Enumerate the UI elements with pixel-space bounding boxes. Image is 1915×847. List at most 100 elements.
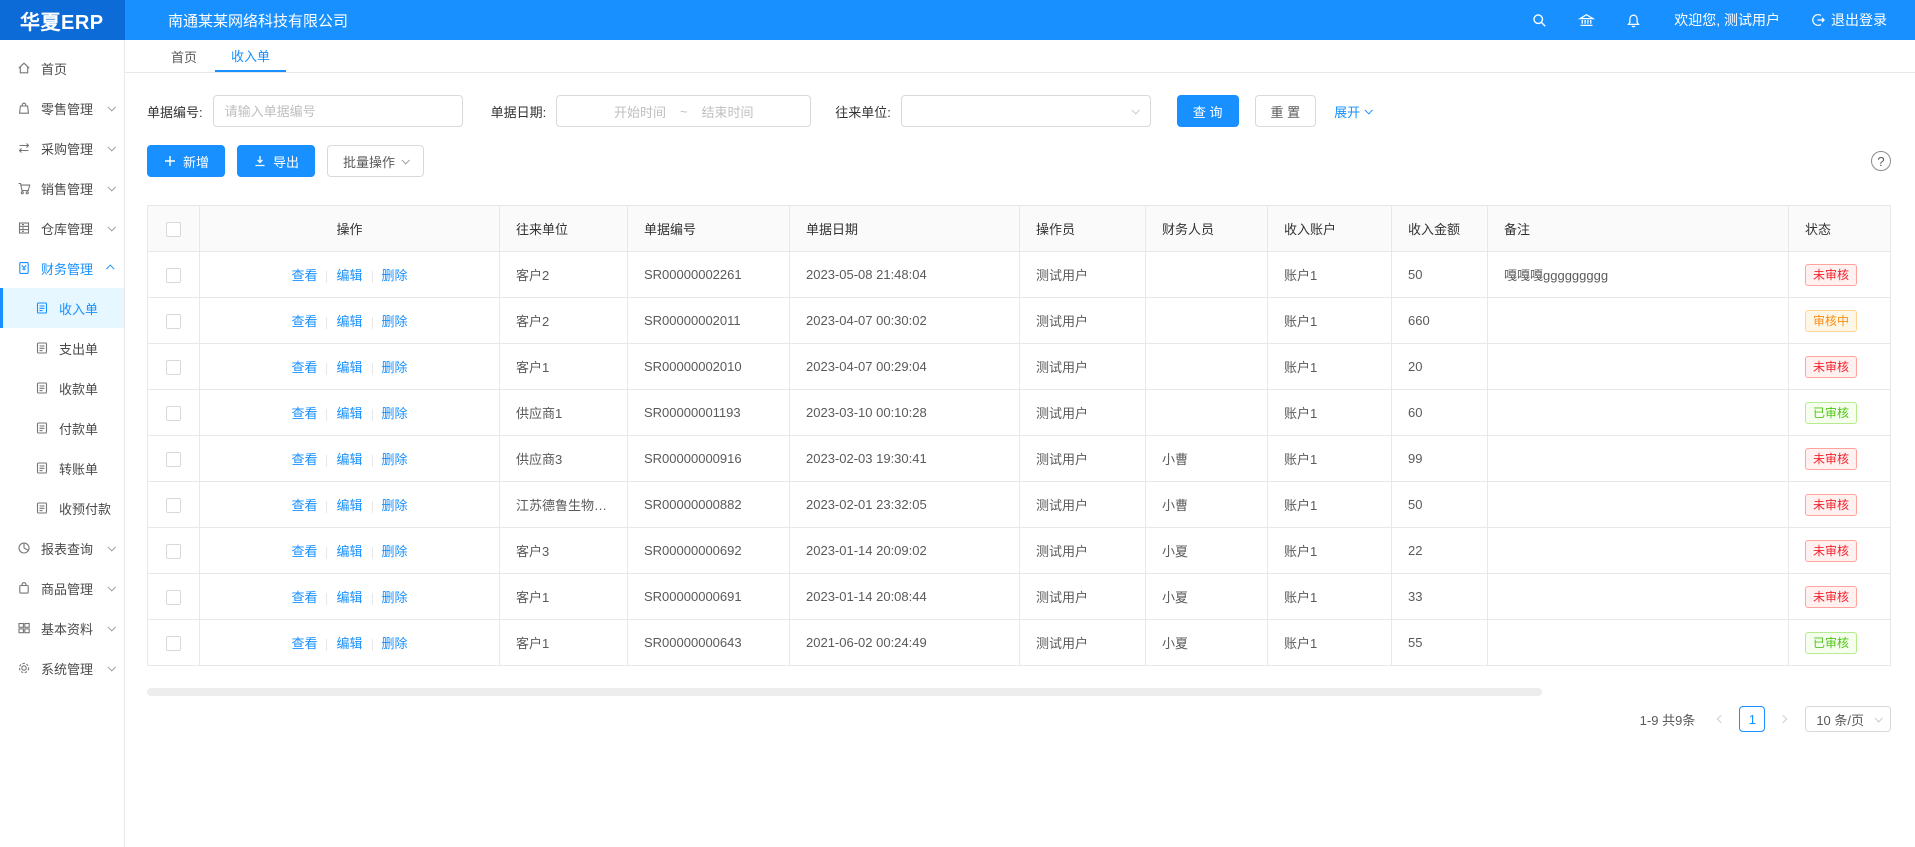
- view-link[interactable]: 查看: [291, 636, 317, 651]
- row-checkbox[interactable]: [166, 360, 181, 375]
- bell-icon[interactable]: [1625, 12, 1642, 29]
- delete-link[interactable]: 删除: [382, 452, 408, 467]
- sidebar-item-purchase[interactable]: 采购管理: [0, 128, 124, 168]
- tab-bar: 首页 收入单: [125, 40, 1915, 73]
- view-link[interactable]: 查看: [291, 452, 317, 467]
- next-page-button[interactable]: [1771, 707, 1795, 731]
- sidebar-item-receipt-bill[interactable]: 收款单: [0, 368, 124, 408]
- row-checkbox-cell: [148, 390, 200, 436]
- chevron-down-icon: [1365, 106, 1373, 114]
- delete-link[interactable]: 删除: [382, 636, 408, 651]
- sidebar-item-transfer-bill[interactable]: 转账单: [0, 448, 124, 488]
- row-checkbox[interactable]: [166, 314, 181, 329]
- expand-link[interactable]: 展开: [1334, 102, 1371, 121]
- cell-status: 未审核: [1789, 436, 1891, 482]
- date-range-picker[interactable]: 开始时间 ~ 结束时间: [556, 95, 811, 127]
- delete-link[interactable]: 删除: [382, 590, 408, 605]
- finance-submenu: 收入单 支出单 收款单 付款单 转账单 收预付款: [0, 288, 124, 528]
- cell-income-amount: 50: [1392, 252, 1488, 298]
- cell-finance-staff: [1146, 390, 1268, 436]
- row-checkbox[interactable]: [166, 452, 181, 467]
- view-link[interactable]: 查看: [291, 406, 317, 421]
- edit-link[interactable]: 编辑: [336, 498, 362, 513]
- help-icon[interactable]: ?: [1871, 151, 1891, 171]
- edit-link[interactable]: 编辑: [336, 590, 362, 605]
- export-button[interactable]: 导出: [237, 145, 315, 177]
- search-button[interactable]: 查 询: [1177, 95, 1239, 127]
- cell-bill-date: 2023-01-14 20:09:02: [790, 528, 1020, 574]
- sidebar-item-system[interactable]: 系统管理: [0, 648, 124, 688]
- row-checkbox[interactable]: [166, 406, 181, 421]
- row-checkbox-cell: [148, 482, 200, 528]
- edit-link[interactable]: 编辑: [336, 544, 362, 559]
- bill-no-input[interactable]: [213, 95, 463, 127]
- edit-link[interactable]: 编辑: [336, 636, 362, 651]
- grid-icon: [16, 620, 32, 636]
- row-checkbox[interactable]: [166, 498, 181, 513]
- tab-home[interactable]: 首页: [155, 40, 213, 72]
- sidebar-item-payment-bill[interactable]: 付款单: [0, 408, 124, 448]
- row-checkbox-cell: [148, 252, 200, 298]
- sidebar-item-retail[interactable]: 零售管理: [0, 88, 124, 128]
- sidebar-item-expense-bill[interactable]: 支出单: [0, 328, 124, 368]
- edit-link[interactable]: 编辑: [336, 360, 362, 375]
- select-all-checkbox[interactable]: [166, 222, 181, 237]
- page-number[interactable]: 1: [1739, 706, 1765, 732]
- scrollbar-thumb[interactable]: [147, 688, 1542, 696]
- view-link[interactable]: 查看: [291, 590, 317, 605]
- row-checkbox[interactable]: [166, 268, 181, 283]
- sidebar-item-sales[interactable]: 销售管理: [0, 168, 124, 208]
- sidebar-item-finance[interactable]: 财务管理: [0, 248, 124, 288]
- prev-page-button[interactable]: [1709, 707, 1733, 731]
- delete-link[interactable]: 删除: [382, 360, 408, 375]
- cell-bill-date: 2021-06-02 00:24:49: [790, 620, 1020, 666]
- divider: [372, 593, 373, 605]
- sidebar-item-warehouse[interactable]: 仓库管理: [0, 208, 124, 248]
- view-link[interactable]: 查看: [291, 544, 317, 559]
- goods-bag-icon: [16, 580, 32, 596]
- edit-link[interactable]: 编辑: [336, 406, 362, 421]
- sidebar-item-goods[interactable]: 商品管理: [0, 568, 124, 608]
- logout-button[interactable]: 退出登录: [1810, 10, 1887, 30]
- sidebar-item-reports[interactable]: 报表查询: [0, 528, 124, 568]
- delete-link[interactable]: 删除: [382, 544, 408, 559]
- table-row: 查看编辑删除 供应商1 SR00000001193 2023-03-10 00:…: [148, 390, 1891, 436]
- row-checkbox[interactable]: [166, 590, 181, 605]
- edit-link[interactable]: 编辑: [336, 268, 362, 283]
- add-button[interactable]: 新增: [147, 145, 225, 177]
- reset-button[interactable]: 重 置: [1255, 95, 1317, 127]
- bank-icon[interactable]: [1578, 12, 1595, 29]
- row-checkbox[interactable]: [166, 636, 181, 651]
- chevron-right-icon: [1779, 715, 1787, 723]
- welcome-user[interactable]: 欢迎您, 测试用户: [1674, 10, 1780, 30]
- view-link[interactable]: 查看: [291, 268, 317, 283]
- page-size-select[interactable]: 10 条/页: [1805, 706, 1891, 732]
- cell-partner: 客户1: [500, 620, 628, 666]
- partner-select[interactable]: [901, 95, 1151, 127]
- document-icon: [34, 340, 50, 356]
- status-badge: 已审核: [1805, 632, 1857, 654]
- cell-remark: [1488, 298, 1789, 344]
- sidebar-item-income-bill[interactable]: 收入单: [0, 288, 124, 328]
- batch-actions-button[interactable]: 批量操作: [327, 145, 424, 177]
- logout-icon: [1810, 12, 1826, 28]
- delete-link[interactable]: 删除: [382, 314, 408, 329]
- edit-link[interactable]: 编辑: [336, 452, 362, 467]
- row-checkbox-cell: [148, 436, 200, 482]
- view-link[interactable]: 查看: [291, 360, 317, 375]
- tab-income-bill[interactable]: 收入单: [215, 40, 286, 72]
- delete-link[interactable]: 删除: [382, 268, 408, 283]
- sidebar-item-home[interactable]: 首页: [0, 48, 124, 88]
- search-icon[interactable]: [1531, 12, 1548, 29]
- sidebar-item-basic-data[interactable]: 基本资料: [0, 608, 124, 648]
- cell-bill-date: 2023-04-07 00:29:04: [790, 344, 1020, 390]
- cell-partner: 供应商3: [500, 436, 628, 482]
- delete-link[interactable]: 删除: [382, 498, 408, 513]
- view-link[interactable]: 查看: [291, 498, 317, 513]
- edit-link[interactable]: 编辑: [336, 314, 362, 329]
- sidebar-item-advance-bill[interactable]: 收预付款: [0, 488, 124, 528]
- cell-partner: 供应商1: [500, 390, 628, 436]
- row-checkbox[interactable]: [166, 544, 181, 559]
- view-link[interactable]: 查看: [291, 314, 317, 329]
- delete-link[interactable]: 删除: [382, 406, 408, 421]
